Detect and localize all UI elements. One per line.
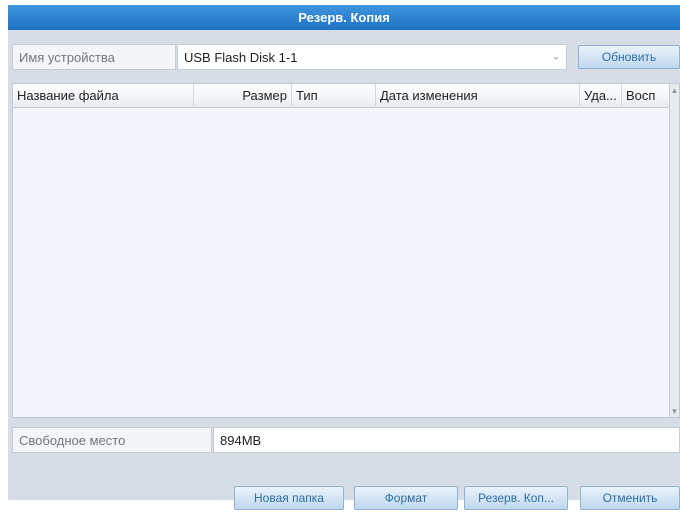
file-table: Название файла Размер Тип Дата изменения… xyxy=(12,83,680,418)
cancel-button[interactable]: Отменить xyxy=(580,486,680,510)
chevron-down-icon[interactable]: ⌄ xyxy=(552,52,560,63)
device-select[interactable]: USB Flash Disk 1-1 ⌄ xyxy=(177,44,567,70)
device-name-label: Имя устройства xyxy=(12,44,176,70)
dialog-title: Резерв. Копия xyxy=(8,5,680,30)
column-header-modified-date[interactable]: Дата изменения xyxy=(375,84,579,108)
table-header: Название файла Размер Тип Дата изменения… xyxy=(13,84,679,108)
backup-button[interactable]: Резерв. Коп... xyxy=(464,486,568,510)
column-header-type[interactable]: Тип xyxy=(291,84,375,108)
column-header-delete[interactable]: Уда... xyxy=(579,84,621,108)
scroll-down-icon[interactable]: ▼ xyxy=(670,405,679,417)
scroll-up-icon[interactable]: ▲ xyxy=(670,84,679,96)
column-header-play[interactable]: Восп xyxy=(621,84,669,108)
column-header-filename[interactable]: Название файла xyxy=(13,84,193,108)
device-select-value: USB Flash Disk 1-1 xyxy=(184,49,298,65)
free-space-value: 894MB xyxy=(213,427,680,453)
table-body xyxy=(13,108,679,417)
new-folder-button[interactable]: Новая папка xyxy=(234,486,344,510)
backup-dialog: Резерв. Копия Имя устройства USB Flash D… xyxy=(0,0,680,513)
column-header-size[interactable]: Размер xyxy=(193,84,291,108)
format-button[interactable]: Формат xyxy=(354,486,458,510)
table-scrollbar[interactable]: ▲ ▼ xyxy=(669,84,679,417)
refresh-button[interactable]: Обновить xyxy=(578,45,680,69)
free-space-label: Свободное место xyxy=(12,427,212,453)
